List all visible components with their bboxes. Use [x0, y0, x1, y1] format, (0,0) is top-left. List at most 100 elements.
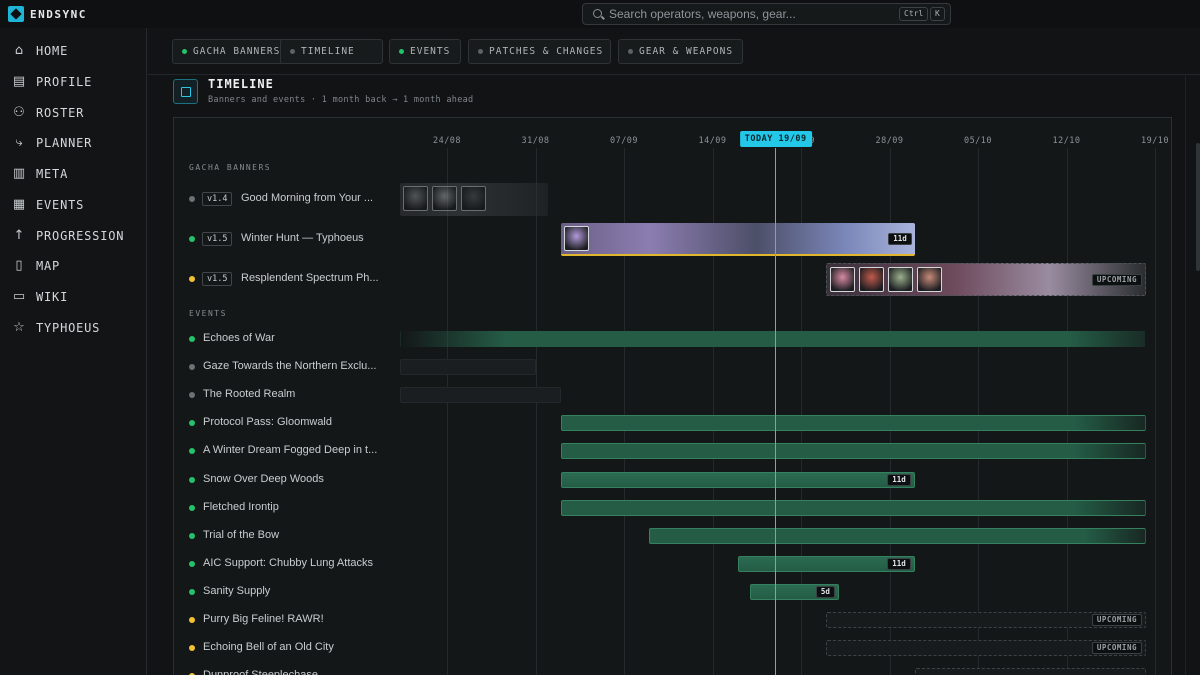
- banner-name[interactable]: Good Morning from Your ...: [241, 192, 383, 204]
- grid-line: [1066, 148, 1068, 675]
- section-title: TIMELINE: [208, 77, 274, 91]
- tab-label: GACHA BANNERS: [193, 46, 281, 57]
- sidebar-item-map[interactable]: ▯ MAP: [12, 255, 60, 277]
- top-bar: ENDSYNC Ctrl K: [0, 0, 1200, 28]
- version-badge: v1.4: [202, 192, 233, 206]
- tab-status-dot: [478, 49, 483, 54]
- sidebar-item-label: PROGRESSION: [36, 229, 125, 243]
- event-name[interactable]: Dunproof Steeplechase: [203, 669, 383, 675]
- event-name[interactable]: Echoing Bell of an Old City: [203, 641, 383, 653]
- banner-name[interactable]: Resplendent Spectrum Ph...: [241, 272, 383, 284]
- grid-line: [535, 148, 537, 675]
- event-name[interactable]: AIC Support: Chubby Lung Attacks: [203, 557, 383, 569]
- event-name[interactable]: Snow Over Deep Woods: [203, 473, 383, 485]
- sidebar-item-label: META: [36, 167, 69, 181]
- status-dot: [189, 364, 195, 370]
- status-dot: [189, 236, 195, 242]
- tab-label: TIMELINE: [301, 46, 355, 57]
- tab-patches-changes[interactable]: PATCHES & CHANGES: [468, 39, 611, 64]
- remaining-chip: UPCOMING: [1091, 614, 1142, 626]
- axis-tick-label: 19/10: [1140, 136, 1170, 146]
- event-bar[interactable]: 11d: [560, 472, 915, 488]
- scrollbar-thumb[interactable]: [1196, 143, 1200, 271]
- event-name[interactable]: Fletched Irontip: [203, 501, 383, 513]
- app-name: ENDSYNC: [30, 7, 87, 21]
- event-bar[interactable]: [400, 359, 536, 375]
- sidebar-item-label: EVENTS: [36, 198, 85, 212]
- sidebar-item-label: TYPHOEUS: [36, 321, 101, 335]
- event-bar[interactable]: [649, 528, 1146, 544]
- event-name[interactable]: Gaze Towards the Northern Exclu...: [203, 360, 383, 372]
- event-name[interactable]: The Rooted Realm: [203, 388, 383, 400]
- search-icon: [593, 9, 602, 18]
- sidebar-item-label: ROSTER: [36, 106, 85, 120]
- sidebar-item-events[interactable]: ▦ EVENTS: [12, 194, 84, 216]
- version-badge: v1.5: [202, 272, 233, 286]
- event-bar[interactable]: [400, 331, 1146, 347]
- logo-icon: [8, 6, 24, 22]
- sidebar-item-home[interactable]: ⌂ HOME: [12, 40, 68, 62]
- sidebar-item-typhoeus[interactable]: ☆ TYPHOEUS: [12, 317, 100, 339]
- sidebar-item-roster[interactable]: ⚇ ROSTER: [12, 102, 84, 124]
- sidebar-item-wiki[interactable]: ▭ WIKI: [12, 286, 68, 308]
- users-icon: ⚇: [13, 105, 25, 120]
- event-bar[interactable]: UPCOMING: [826, 640, 1146, 656]
- status-dot: [189, 533, 195, 539]
- grid-line: [447, 148, 448, 675]
- calendar-icon: ▦: [12, 197, 26, 212]
- sidebar-item-progression[interactable]: ↑ PROGRESSION: [12, 225, 124, 247]
- event-name[interactable]: Echoes of War: [203, 332, 383, 344]
- event-bar[interactable]: [400, 387, 561, 403]
- event-name[interactable]: Trial of the Bow: [203, 529, 383, 541]
- banner-bar[interactable]: 11d: [560, 223, 915, 256]
- event-name[interactable]: Protocol Pass: Gloomwald: [203, 416, 383, 428]
- event-name[interactable]: A Winter Dream Fogged Deep in t...: [203, 444, 383, 456]
- event-bar[interactable]: 11d: [737, 556, 915, 572]
- remaining-chip: 11d: [887, 558, 911, 570]
- remaining-chip: 5d: [815, 586, 835, 598]
- sidebar-item-meta[interactable]: ▥ META: [12, 163, 68, 185]
- today-marker-line: [774, 148, 777, 675]
- sidebar-item-planner[interactable]: ⤷ PLANNER: [12, 132, 92, 154]
- today-badge: TODAY 19/09: [739, 131, 812, 147]
- section-subtitle: Banners and events · 1 month back → 1 mo…: [208, 95, 474, 105]
- tab-events[interactable]: EVENTS: [389, 39, 461, 64]
- operator-portrait: [830, 267, 856, 292]
- status-dot: [189, 276, 195, 282]
- map-icon: ▯: [15, 258, 23, 273]
- operator-portrait: [888, 267, 914, 292]
- event-bar[interactable]: [560, 443, 1146, 459]
- search-box[interactable]: Ctrl K: [582, 3, 951, 25]
- axis-tick-label: 28/09: [875, 136, 904, 146]
- operator-portrait: [917, 267, 943, 292]
- status-dot: [189, 505, 195, 511]
- tab-status-dot: [182, 49, 187, 54]
- sidebar-item-profile[interactable]: ▤ PROFILE: [12, 71, 92, 93]
- event-bar[interactable]: [560, 500, 1146, 516]
- event-bar[interactable]: UPCOMING: [826, 612, 1146, 628]
- tab-timeline[interactable]: TIMELINE: [280, 39, 383, 64]
- event-name[interactable]: Sanity Supply: [203, 585, 383, 597]
- event-name[interactable]: Purry Big Feline! RAWR!: [203, 613, 383, 625]
- banner-bar[interactable]: [400, 183, 549, 216]
- grid-line: [1155, 148, 1156, 675]
- bar-chart-icon: ▥: [12, 166, 26, 181]
- star-icon: ☆: [13, 320, 25, 335]
- home-icon: ⌂: [14, 43, 24, 58]
- axis-tick-label: 24/08: [432, 136, 462, 146]
- tab-gear-weapons[interactable]: GEAR & WEAPONS: [618, 39, 743, 64]
- sidebar-item-label: PLANNER: [36, 136, 93, 150]
- banner-bar[interactable]: UPCOMING: [826, 263, 1146, 296]
- brand[interactable]: ENDSYNC: [8, 6, 87, 22]
- status-dot: [189, 589, 195, 595]
- banner-name[interactable]: Winter Hunt — Typhoeus: [241, 232, 383, 244]
- remaining-chip: 11d: [888, 233, 912, 245]
- tab-label: PATCHES & CHANGES: [489, 46, 604, 57]
- search-input[interactable]: [609, 6, 889, 22]
- tab-gacha-banners[interactable]: GACHA BANNERS: [172, 39, 291, 64]
- event-bar[interactable]: [914, 668, 1146, 675]
- sidebar-item-label: MAP: [36, 259, 61, 273]
- event-bar[interactable]: [560, 415, 1146, 431]
- remaining-chip: UPCOMING: [1091, 642, 1142, 654]
- event-bar[interactable]: 5d: [750, 584, 839, 600]
